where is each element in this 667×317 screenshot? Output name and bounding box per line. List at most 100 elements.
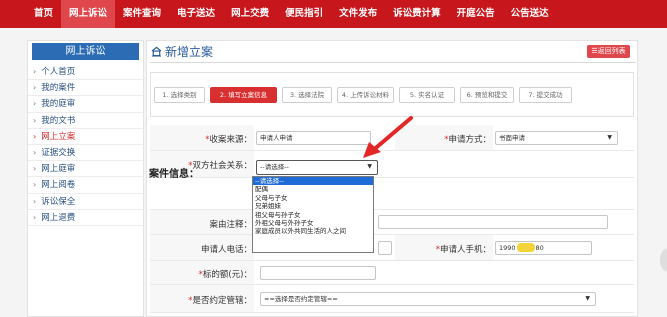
relation-option[interactable]: 兄弟姐妹 [253,202,373,210]
jurisdiction-select-value: ==选择是否约定管辖== [264,295,338,303]
form-row-note: 案由注释： [150,209,634,235]
amount-label: *标的额(元)： [198,270,252,280]
sidebar-item-label: 诉讼保全 [41,196,76,207]
sidebar-item-label: 我的庭审 [41,99,76,110]
relation-option[interactable]: 外祖父母与外孙子女 [253,219,373,227]
step-2: 2. 填写立案信息 [210,87,277,103]
jurisdiction-label-text: 是否约定管辖： [192,296,252,306]
sidebar-item-label: 我的文书 [41,115,76,126]
chevron-right-icon: › [33,99,37,109]
chevron-right-icon: › [33,115,37,125]
jurisdiction-select[interactable]: ==选择是否约定管辖== ▼ [260,292,596,306]
phone-label: 申请人电话： [200,245,252,255]
chevron-right-icon: › [33,212,37,222]
step-6: 6. 预览和提交 [460,87,514,103]
nav-item-3[interactable]: 电子送达 [169,0,223,28]
section-case-info: 案件信息： [149,169,199,180]
form-row-phone: 申请人电话： *申请人手机： 1990 80 [150,235,634,261]
sidebar-item-6[interactable]: › 网上庭审 [28,161,143,178]
page-title-text: 新增立案 [165,45,214,59]
nav-item-2[interactable]: 案件查询 [115,0,169,28]
mobile-prefix: 1990 [499,244,516,252]
relation-option[interactable]: --请选择-- [253,177,373,186]
source-label: *收案来源： [205,135,252,145]
step-1: 1. 选择类别 [154,87,205,103]
sidebar-item-7[interactable]: › 网上阅卷 [28,177,143,194]
red-arrow-icon [363,116,413,158]
edge-handle [660,248,667,272]
chevron-right-icon: › [33,67,37,76]
page-title: 新增立案 [151,43,213,60]
sidebar-item-8[interactable]: › 诉讼保全 [28,194,143,210]
sidebar-item-label: 网上立案 [41,131,76,142]
relation-label-text: 双方社会关系： [192,161,252,171]
sidebar-item-label: 网上退费 [41,212,76,223]
nav-item-9[interactable]: 公告送达 [503,0,557,28]
nav-item-5[interactable]: 便民指引 [277,0,331,28]
home-icon [151,46,162,57]
sidebar-item-0[interactable]: › 个人首页 [28,64,143,81]
sidebar-item-5[interactable]: › 证据交换 [28,145,143,162]
sidebar-item-9[interactable]: › 网上退费 [28,210,143,226]
step-indicator: 1. 选择类别 2. 填写立案信息 3. 选择法院 4. 上传诉讼材料 5. 实名认证 6… [150,72,634,117]
source-field[interactable]: 申请人申请 [256,131,371,145]
sidebar-item-2[interactable]: › 我的庭审 [28,96,143,113]
sidebar-item-4[interactable]: › 网上立案 [28,129,143,145]
sidebar-item-label: 网上阅卷 [41,180,76,191]
return-list-button[interactable]: ☰返回列表 [587,45,630,58]
sidebar-item-1[interactable]: › 我的案件 [28,80,143,97]
redaction-mask [516,243,535,252]
form-row-amount: *标的额(元)： [150,261,634,285]
sidebar-item-label: 我的案件 [41,83,76,94]
caret-down-icon: ▼ [585,295,590,302]
relation-option[interactable]: 配偶 [253,185,373,193]
main-header: 新增立案 ☰返回列表 [150,41,636,63]
method-select[interactable]: 书面申请 ▼ [495,131,618,145]
step-7: 7. 提交成功 [519,87,572,103]
method-select-value: 书面申请 [499,134,525,142]
sidebar-item-label: 个人首页 [41,67,76,77]
amount-field[interactable] [260,266,376,280]
chevron-right-icon: › [33,83,37,93]
nav-item-7[interactable]: 诉讼费计算 [385,0,449,28]
relation-select-value: --请选择-- [260,163,289,171]
note-label: 案由注释： [209,220,252,230]
chevron-right-icon: › [33,196,37,206]
jurisdiction-label: *是否约定管辖： [188,296,252,306]
nav-item-8[interactable]: 开庭公告 [449,0,503,28]
mobile-label-text: 申请人手机： [439,245,491,255]
sidebar: 网上诉讼 › 个人首页 › 我的案件 › 我的庭审 › 我的文书 › 网上立案 › 证据交换 › 网上庭审… [27,40,144,317]
chevron-right-icon: › [33,180,37,190]
nav-item-4[interactable]: 网上交费 [223,0,277,28]
form-row-jurisdiction: *是否约定管辖： ==选择是否约定管辖== ▼ [150,285,634,313]
chevron-right-icon: › [33,147,37,157]
phone-field[interactable] [378,241,392,255]
nav-item-6[interactable]: 文件发布 [331,0,385,28]
top-nav: 首页 网上诉讼 案件查询 电子送达 网上交费 便民指引 文件发布 诉讼费计算 开庭公告 公告送达 [0,0,667,28]
amount-label-text: 标的额(元)： [202,270,252,280]
step-3: 3. 选择法院 [282,87,332,103]
nav-item-0[interactable]: 首页 [26,0,61,28]
mobile-field[interactable]: 1990 80 [495,241,592,255]
relation-select[interactable]: --请选择-- ▼ [256,160,378,175]
note-field[interactable] [378,215,608,229]
relation-option[interactable]: 父母与子女 [253,194,373,202]
main-panel: 新增立案 ☰返回列表 1. 选择类别 2. 填写立案信息 3. 选择法院 4. 上传诉… [146,40,638,317]
relation-option[interactable]: 祖父母与孙子女 [253,211,373,219]
step-4: 4. 上传诉讼材料 [337,87,394,103]
sidebar-header: 网上诉讼 [32,43,139,60]
source-label-text: 收案来源： [209,135,252,145]
caret-down-icon: ▼ [607,134,612,141]
relation-dropdown-list[interactable]: --请选择-- 配偶 父母与子女 兄弟姐妹 祖父母与孙子女 外祖父母与外孙子女 家庭成员以外… [252,176,374,253]
sidebar-item-3[interactable]: › 我的文书 [28,113,143,129]
sidebar-item-label: 证据交换 [41,147,76,158]
mobile-suffix: 80 [535,244,544,252]
step-5: 5. 实名认证 [399,87,455,103]
sidebar-item-label: 网上庭审 [41,164,76,175]
caret-down-icon: ▼ [367,163,372,170]
nav-item-1[interactable]: 网上诉讼 [61,0,116,28]
relation-option[interactable]: 家庭成员以外共同生活的人之间 [253,227,373,235]
method-label-text: 申请方式： [448,135,491,145]
chevron-right-icon: › [33,164,37,174]
chevron-right-icon: › [33,131,37,141]
